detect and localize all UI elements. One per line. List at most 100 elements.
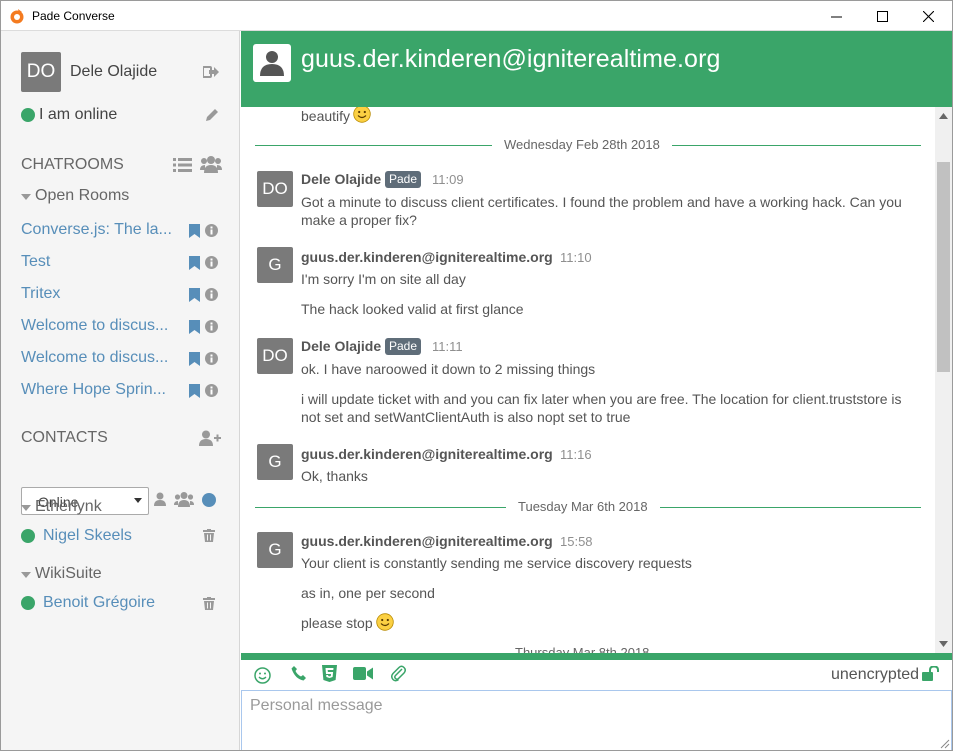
contacts-heading: CONTACTS (21, 429, 108, 446)
title-bar: Pade Converse (1, 1, 952, 31)
edit-pencil-icon[interactable] (204, 107, 220, 123)
chevron-down-icon (134, 498, 142, 503)
chatrooms-heading: CHATROOMS (21, 156, 124, 173)
scroll-up-icon[interactable] (939, 113, 948, 119)
message-time: 15:58 (560, 534, 593, 549)
profile-name: Dele Olajide (70, 63, 158, 80)
message-text: Your client is constantly sending me ser… (301, 555, 692, 571)
scroll-down-icon[interactable] (939, 641, 948, 647)
message-time: 11:16 (560, 447, 592, 462)
room-link[interactable]: Where Hope Sprin... (21, 381, 179, 399)
room-link[interactable]: Tritex (21, 285, 179, 303)
maximize-button[interactable] (859, 1, 905, 31)
bookmark-icon[interactable] (189, 256, 200, 270)
close-button[interactable] (905, 1, 951, 31)
bookmark-icon[interactable] (189, 352, 200, 366)
collapse-caret-icon[interactable] (21, 572, 31, 578)
message-author: guus.der.kinderen@igniterealtime.org (301, 446, 553, 462)
resize-grip-icon[interactable] (940, 739, 950, 749)
toolbar-divider (241, 653, 952, 660)
message-time: 11:10 (560, 250, 592, 265)
chat-scrollbar[interactable] (935, 107, 952, 653)
add-room-users-icon[interactable] (200, 155, 222, 173)
role-badge: Pade (385, 338, 422, 355)
info-icon[interactable] (205, 352, 218, 365)
list-rooms-icon[interactable] (173, 157, 192, 173)
chat-content: beautify Wednesday Feb 28th 2018 DO Dele… (241, 107, 935, 653)
minimize-button[interactable] (813, 1, 859, 31)
message-avatar[interactable]: DO (257, 338, 293, 374)
user-icon[interactable] (154, 492, 166, 506)
info-icon[interactable] (205, 256, 218, 269)
message-input[interactable] (242, 691, 951, 750)
message-time: 11:09 (432, 172, 464, 187)
message-time: 11:11 (432, 339, 463, 354)
message-avatar[interactable]: G (257, 532, 293, 568)
paperclip-icon[interactable] (391, 665, 406, 682)
bookmark-icon[interactable] (189, 320, 200, 334)
emoji-picker-icon[interactable] (254, 667, 271, 684)
sidebar: DO Dele Olajide I am online CHATROOMS Op… (1, 31, 240, 750)
bookmark-icon[interactable] (189, 384, 200, 398)
add-contact-icon[interactable] (199, 430, 221, 446)
users-group-icon[interactable] (174, 491, 194, 507)
message-author: guus.der.kinderen@igniterealtime.org (301, 533, 553, 549)
contact-group-label[interactable]: WikiSuite (35, 565, 102, 583)
contact-group-label[interactable]: Etherlynk (35, 498, 102, 516)
message-author: Dele Olajide (301, 338, 382, 354)
logout-icon[interactable] (203, 65, 220, 79)
bookmark-icon[interactable] (189, 288, 200, 302)
video-call-icon[interactable] (353, 667, 373, 680)
message-avatar[interactable]: DO (257, 171, 293, 207)
phone-call-icon[interactable] (291, 666, 306, 681)
profile-avatar[interactable]: DO (21, 52, 61, 92)
info-icon[interactable] (205, 320, 218, 333)
room-link[interactable]: Test (21, 253, 179, 271)
online-status-dot (21, 529, 35, 543)
close-icon (922, 10, 934, 22)
smiley-emoji-icon (376, 613, 394, 631)
window-title: Pade Converse (32, 9, 115, 23)
status-message[interactable]: I am online (39, 106, 117, 124)
room-group-label[interactable]: Open Rooms (35, 187, 129, 205)
maximize-icon (876, 10, 888, 22)
collapse-caret-icon[interactable] (21, 194, 31, 200)
message-text: please stop (301, 615, 373, 631)
message-text: beautify (301, 108, 351, 124)
chat-title: guus.der.kinderen@igniterealtime.org (301, 45, 721, 73)
message-author: Dele Olajide (301, 171, 382, 187)
bookmark-icon[interactable] (189, 224, 200, 238)
message-text: ok. I have naroowed it down to 2 missing… (301, 361, 596, 377)
message-avatar[interactable]: G (257, 247, 293, 283)
unlocked-padlock-icon[interactable] (922, 666, 940, 681)
trash-icon[interactable] (203, 529, 215, 542)
message-text: Ok, thanks (301, 468, 368, 484)
chat-partner-avatar[interactable] (253, 44, 291, 82)
chat-toolbar: unencrypted (241, 660, 952, 690)
message-avatar[interactable]: G (257, 444, 293, 480)
minimize-icon (830, 16, 842, 17)
date-separator: Tuesday Mar 6th 2018 (506, 499, 660, 514)
collapse-caret-icon[interactable] (21, 505, 31, 511)
date-separator: Thursday Mar 8th 2018 (503, 645, 662, 653)
info-icon[interactable] (205, 288, 218, 301)
presence-dot-icon[interactable] (202, 493, 216, 507)
message-text: I'm sorry I'm on site all day (301, 271, 466, 287)
room-link[interactable]: Welcome to discus... (21, 349, 179, 367)
room-link[interactable]: Converse.js: The la... (21, 221, 179, 239)
app-logo-icon (10, 9, 24, 24)
message-text: Got a minute to discuss client certifica… (301, 194, 902, 228)
html5-icon[interactable] (322, 665, 337, 682)
contact-link[interactable]: Nigel Skeels (43, 527, 132, 545)
scrollbar-thumb[interactable] (937, 162, 950, 372)
trash-icon[interactable] (203, 597, 215, 610)
contact-link[interactable]: Benoit Grégoire (43, 594, 155, 612)
online-status-dot (21, 108, 35, 122)
chat-header: guus.der.kinderen@igniterealtime.org (241, 31, 952, 107)
info-icon[interactable] (205, 224, 218, 237)
encryption-status[interactable]: unencrypted (831, 666, 919, 684)
message-text: as in, one per second (301, 585, 435, 601)
info-icon[interactable] (205, 384, 218, 397)
room-link[interactable]: Welcome to discus... (21, 317, 179, 335)
message-composer[interactable] (241, 690, 952, 750)
